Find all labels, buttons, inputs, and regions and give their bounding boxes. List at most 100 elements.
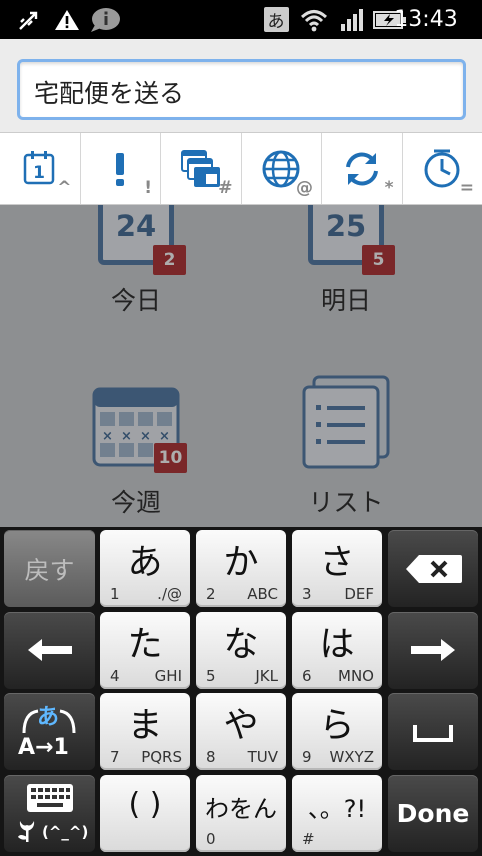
usb-debug-icon xyxy=(14,6,44,33)
svg-text:×: × xyxy=(121,429,132,444)
keyboard-emoji-key[interactable]: (^_^) xyxy=(4,775,95,852)
key-kana: や xyxy=(223,706,259,746)
key-kana: か xyxy=(223,543,259,583)
keyboard-icon xyxy=(27,784,73,812)
toolbar-shortcut-symbol: = xyxy=(459,178,474,198)
count-badge: 10 xyxy=(154,443,187,473)
count-badge: 2 xyxy=(153,245,186,275)
key-number: 0 xyxy=(206,830,216,848)
kana-key-ha[interactable]: は 6 MNO xyxy=(292,612,382,689)
tile-list[interactable]: リスト xyxy=(246,375,446,525)
key-letters: ./@ xyxy=(157,585,182,603)
done-key[interactable]: Done xyxy=(388,775,478,852)
toolbar-shortcut-symbol: ^ xyxy=(57,178,72,198)
list-icon xyxy=(302,375,390,469)
shortcut-toolbar: 1 ^ ! # @ * = xyxy=(0,132,482,205)
key-kana: な xyxy=(223,625,259,665)
undo-key[interactable]: 戻す xyxy=(4,530,95,607)
paren-key[interactable]: ( ) xyxy=(100,775,190,852)
toolbar-shortcut-symbol: ! xyxy=(144,178,152,198)
key-number: # xyxy=(302,830,315,848)
space-key[interactable] xyxy=(388,693,478,770)
space-icon xyxy=(413,725,453,742)
mode-alpha-num-label: A→1 xyxy=(18,735,69,760)
list-button[interactable]: # xyxy=(161,133,242,204)
toolbar-shortcut-symbol: * xyxy=(384,178,394,198)
kana-key-a[interactable]: あ 1 ./@ xyxy=(100,530,190,607)
kana-key-ka[interactable]: か 2 ABC xyxy=(196,530,286,607)
key-number: 7 xyxy=(110,748,120,766)
key-letters: GHI xyxy=(154,667,182,685)
svg-text:1: 1 xyxy=(33,163,45,183)
ime-keyboard: 戻す あ 1 ./@ か 2 ABC さ 3 DEF た 4 GHI な 5 J… xyxy=(0,527,482,856)
priority-button[interactable]: ! xyxy=(81,133,161,204)
tile-label: 今週 xyxy=(110,488,161,517)
key-letters: ABC xyxy=(247,585,278,603)
sync-icon xyxy=(345,152,378,185)
backspace-icon xyxy=(406,555,462,583)
undo-key-label: 戻す xyxy=(24,555,75,585)
svg-text:×: × xyxy=(159,429,170,444)
key-letters: PQRS xyxy=(141,748,182,766)
input-mode-key[interactable]: あ A→1 xyxy=(4,693,95,770)
key-kana: さ xyxy=(319,543,355,583)
due-date-button[interactable]: 1 ^ xyxy=(0,133,81,204)
key-kana: ( ) xyxy=(128,787,162,822)
kana-key-ta[interactable]: た 4 GHI xyxy=(100,612,190,689)
windows-icon xyxy=(180,149,220,187)
tile-today[interactable]: 24 2 今日 xyxy=(36,205,236,355)
arrow-right-icon xyxy=(411,639,455,661)
location-button[interactable]: @ xyxy=(242,133,322,204)
estimate-button[interactable]: = xyxy=(403,133,482,204)
calendar-icon: 1 xyxy=(23,150,54,184)
main-content: 24 2 今日 25 5 明日 × × × × 10 今週 リスト xyxy=(0,205,482,527)
key-kana: わをん xyxy=(205,795,277,823)
key-number: 5 xyxy=(206,667,216,685)
status-bar: あ 13:43 xyxy=(0,0,482,39)
repeat-button[interactable]: * xyxy=(322,133,403,204)
key-letters: TUV xyxy=(247,748,278,766)
info-bubble-icon xyxy=(88,6,122,33)
key-number: 9 xyxy=(302,748,312,766)
backspace-key[interactable] xyxy=(388,530,478,607)
key-letters: MNO xyxy=(338,667,374,685)
ime-indicator: あ xyxy=(262,6,290,33)
tile-this-week[interactable]: × × × × 10 今週 xyxy=(36,387,236,527)
key-kana: ら xyxy=(319,706,355,746)
punctuation-key[interactable]: 、。?! # xyxy=(292,775,382,852)
kana-key-ma[interactable]: ま 7 PQRS xyxy=(100,693,190,770)
key-kana: 、。?! xyxy=(307,795,367,823)
task-input[interactable]: 宅配便を送る xyxy=(17,59,466,120)
key-letters: WXYZ xyxy=(329,748,374,766)
kana-key-ra[interactable]: ら 9 WXYZ xyxy=(292,693,382,770)
key-kana: ま xyxy=(127,706,163,746)
cursor-right-key[interactable] xyxy=(388,612,478,689)
clock: 13:43 xyxy=(394,7,458,32)
count-badge: 5 xyxy=(362,245,395,275)
tile-label: 明日 xyxy=(320,286,371,315)
toolbar-shortcut-symbol: # xyxy=(218,178,233,198)
input-area: 宅配便を送る xyxy=(0,39,482,132)
tile-tomorrow[interactable]: 25 5 明日 xyxy=(246,205,446,355)
mode-cycle-arrows-icon xyxy=(22,709,76,734)
key-number: 3 xyxy=(302,585,312,603)
key-number: 8 xyxy=(206,748,216,766)
emoticon-label: (^_^) xyxy=(42,823,89,841)
done-key-label: Done xyxy=(396,799,470,828)
svg-text:×: × xyxy=(140,429,151,444)
kana-key-ya[interactable]: や 8 TUV xyxy=(196,693,286,770)
tile-label: リスト xyxy=(308,488,384,517)
clock-icon xyxy=(424,149,460,187)
signal-icon xyxy=(339,6,365,33)
kana-key-na[interactable]: な 5 JKL xyxy=(196,612,286,689)
key-number: 6 xyxy=(302,667,312,685)
key-kana: あ xyxy=(127,543,163,583)
svg-text:×: × xyxy=(102,429,113,444)
tile-date: 24 xyxy=(115,209,157,243)
kana-key-wa[interactable]: わをん 0 xyxy=(196,775,286,852)
kana-key-sa[interactable]: さ 3 DEF xyxy=(292,530,382,607)
ime-mode-label: あ xyxy=(263,7,289,32)
arrow-left-icon xyxy=(28,639,72,661)
exclamation-icon xyxy=(116,152,125,186)
cursor-left-key[interactable] xyxy=(4,612,95,689)
